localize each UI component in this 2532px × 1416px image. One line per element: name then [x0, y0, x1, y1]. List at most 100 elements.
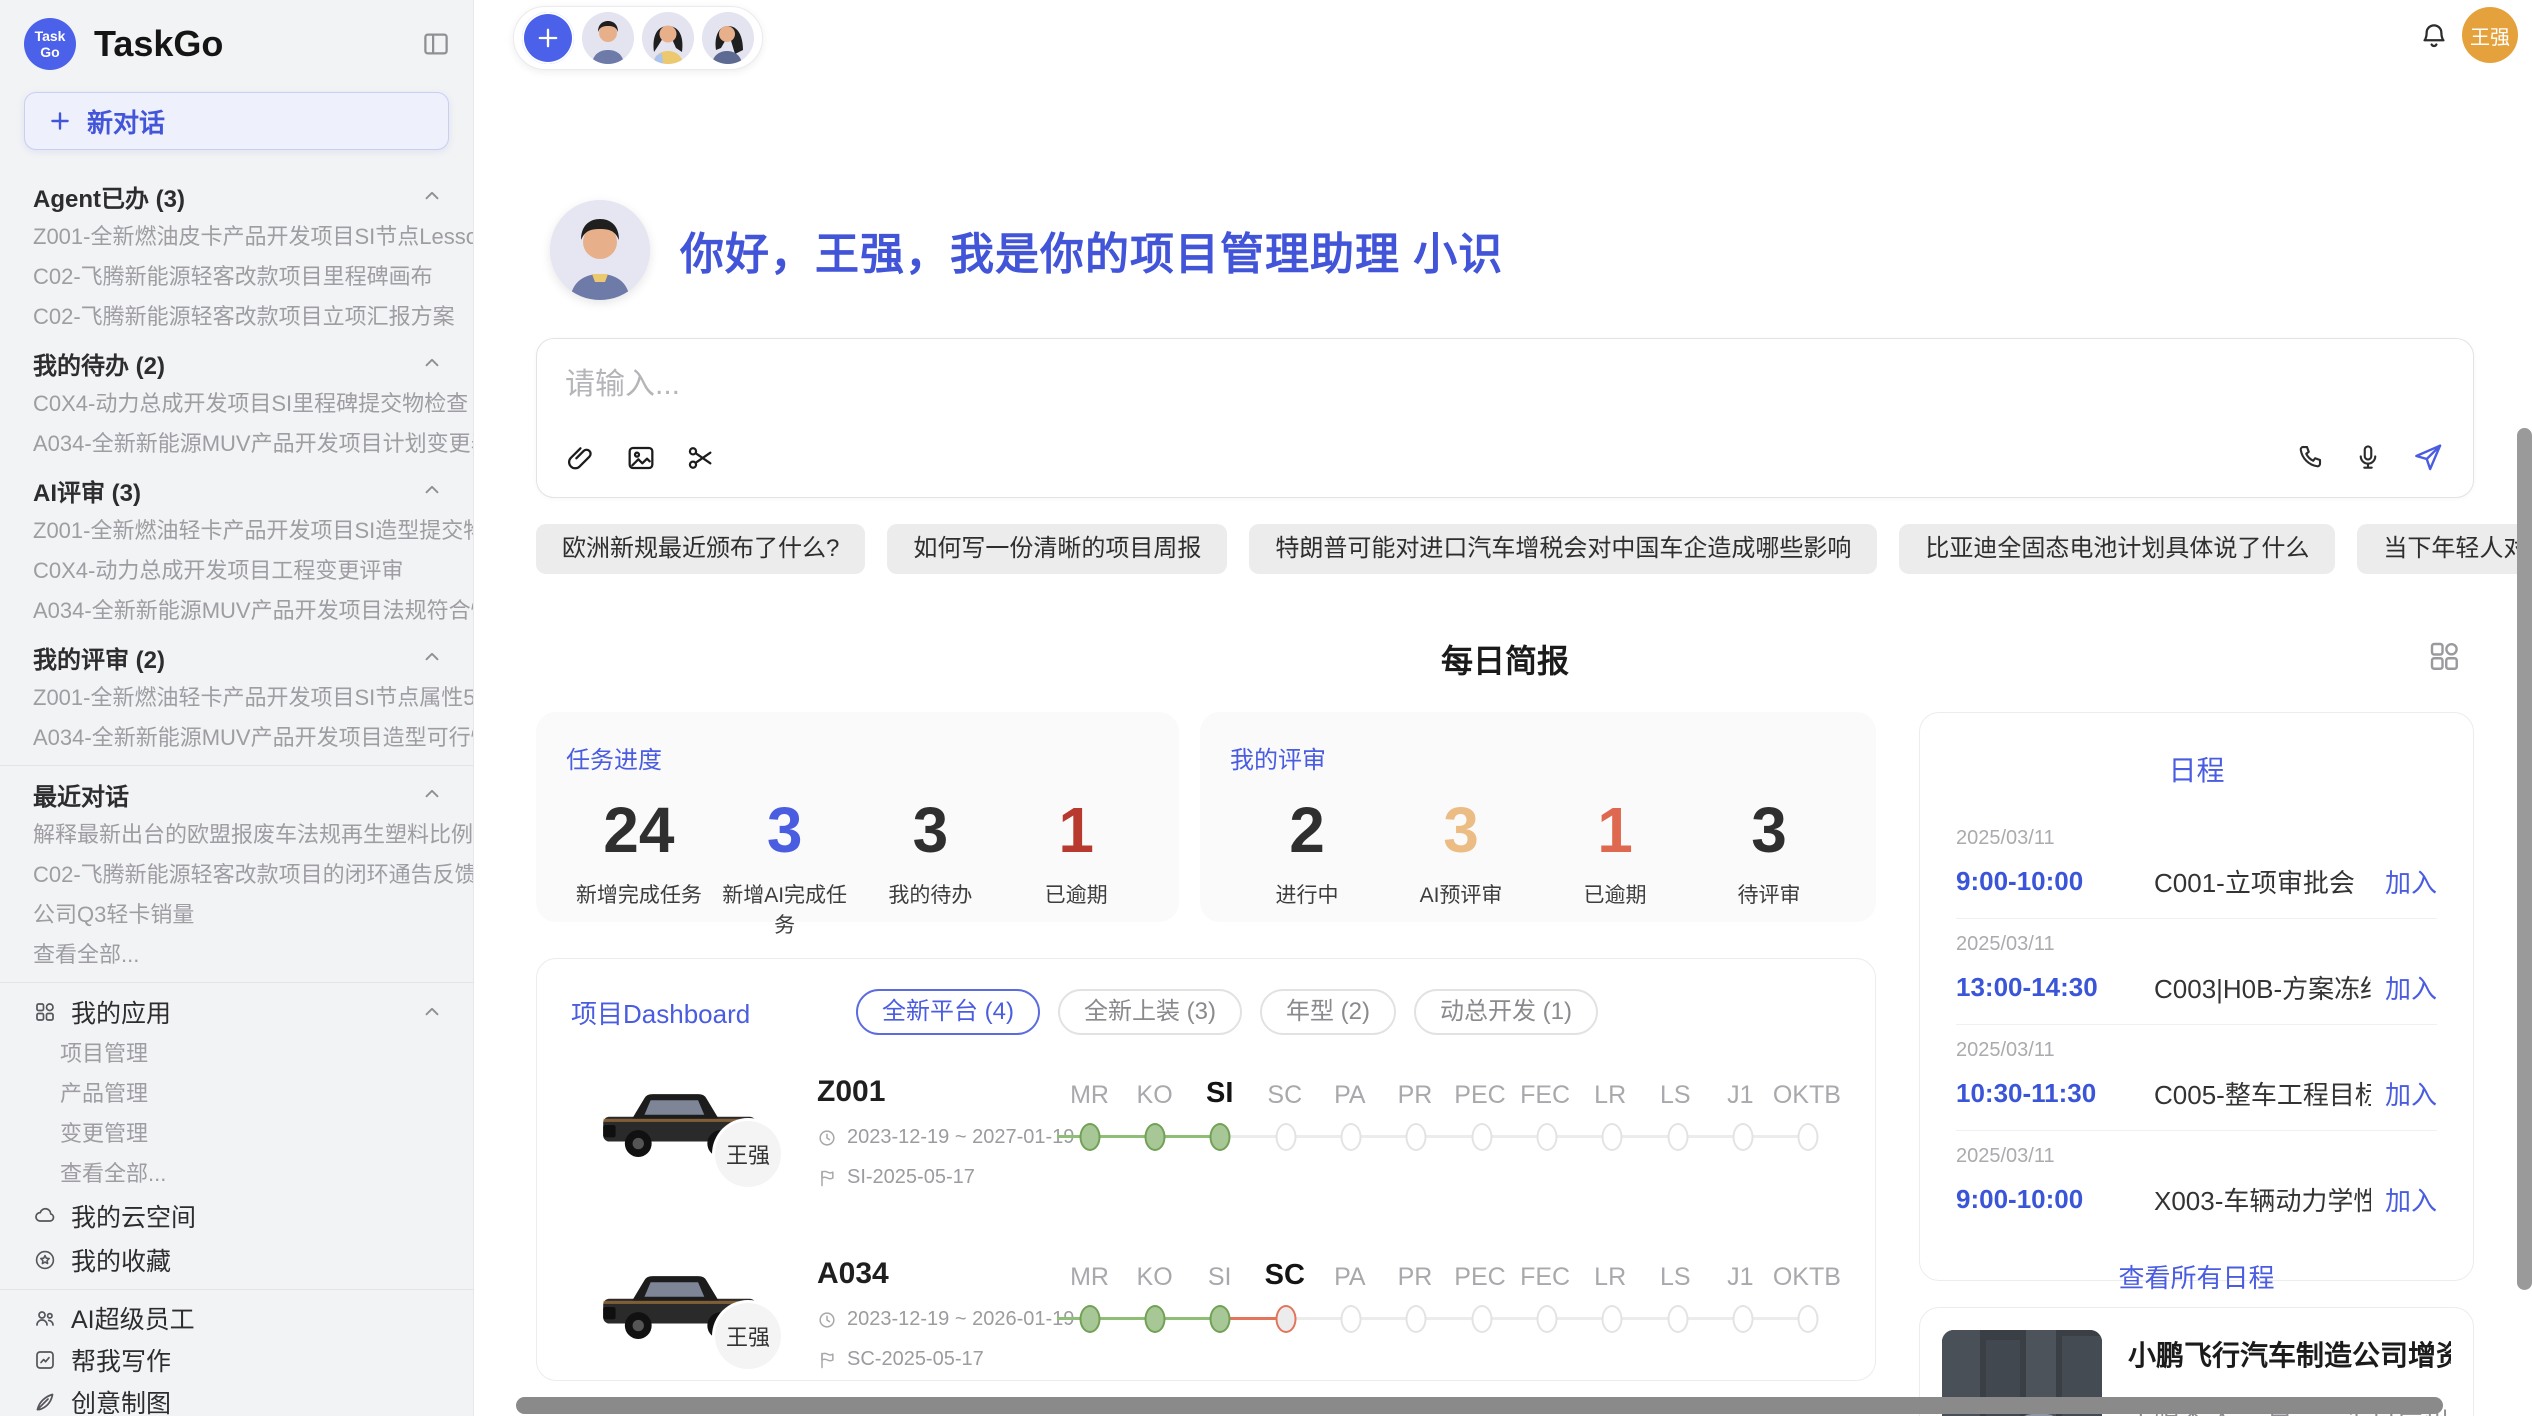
my-app-item[interactable]: 查看全部... [0, 1154, 473, 1194]
user-avatar[interactable]: 王强 [2462, 7, 2518, 63]
milestone-labels: MRKOSISCPAPRPECFECLRLSJ1OKTB [1057, 1259, 1841, 1292]
schedule-events: 2025/03/119:00-10:00C001-立项审批会加入2025/03/… [1956, 813, 2437, 1236]
writing-box-icon [33, 1348, 57, 1372]
stat-value: 3 [858, 795, 1004, 865]
recent-conversations: 解释最新出台的欧盟报废车法规再生塑料比例被调至15%...C02-飞腾新能源轻客… [0, 815, 473, 975]
milestone-dot [1667, 1305, 1688, 1333]
briefing-title: 每日简报 [1441, 643, 1569, 679]
sidebar-section-header[interactable]: 最近对话 [0, 773, 473, 815]
milestone-label: MR [1057, 1263, 1122, 1292]
milestone-timeline: MRKOSISCPAPRPECFECLRLSJ1OKTB [1057, 1067, 1841, 1217]
sidebar-conversation-item[interactable]: C0X4-动力总成开发项目SI里程碑提交物检查 [0, 384, 473, 424]
sidebar-section-header[interactable]: AI评审 (3) [0, 469, 473, 511]
vertical-scrollbar[interactable] [2517, 428, 2532, 1290]
sidebar-item-favorites[interactable]: 我的收藏 [0, 1238, 473, 1282]
sidebar-conversation-item[interactable]: Z001-全新燃油轻卡产品开发项目SI造型提交物评审 [0, 511, 473, 551]
join-link[interactable]: 加入 [2385, 863, 2437, 900]
next-node-text: SI-2025-05-17 [847, 1166, 975, 1189]
sidebar-conversation-item[interactable]: C02-飞腾新能源轻客改款项目里程碑画布 [0, 257, 473, 297]
chat-input[interactable] [565, 359, 2445, 417]
sidebar-conversation-item[interactable]: Z001-全新燃油皮卡产品开发项目SI节点Lesson Learn报告 [0, 217, 473, 257]
agent-avatar-3[interactable] [702, 12, 754, 64]
join-link[interactable]: 加入 [2385, 1181, 2437, 1218]
new-chat-button[interactable]: 新对话 [24, 92, 449, 150]
milestone-dot [1732, 1305, 1753, 1333]
project-code: Z001 [817, 1075, 1057, 1109]
sidebar-conversation-item[interactable]: C0X4-动力总成开发项目工程变更评审 [0, 551, 473, 591]
agent-avatar-1[interactable] [582, 12, 634, 64]
sidebar-section-header[interactable]: Agent已办 (3) [0, 175, 473, 217]
phone-icon[interactable] [2295, 442, 2325, 477]
collapse-sidebar-icon[interactable] [421, 29, 451, 59]
agent-avatar-bar [513, 6, 763, 70]
recent-conversation-item[interactable]: C02-飞腾新能源轻客改款项目的闭环通告反馈情况 [0, 855, 473, 895]
flag-icon [817, 1168, 837, 1188]
stat-value: 2 [1230, 795, 1384, 865]
stat-cells: 2进行中3AI预评审1已逾期3待评审 [1230, 795, 1846, 909]
sidebar-item-ai-employee[interactable]: AI超级员工 [0, 1297, 473, 1339]
milestone-label: PR [1382, 1081, 1447, 1110]
join-link[interactable]: 加入 [2385, 1075, 2437, 1112]
sidebar-item-cloud-space[interactable]: 我的云空间 [0, 1194, 473, 1238]
sidebar-section-header[interactable]: 我的评审 (2) [0, 636, 473, 678]
milestone-node [1253, 1120, 1318, 1154]
sidebar-conversation-item[interactable]: A034-全新新能源MUV产品开发项目计划变更表编写 [0, 424, 473, 464]
sidebar-conversation-item[interactable]: A034-全新新能源MUV产品开发项目法规符合性评审 [0, 591, 473, 631]
dashboard-tabs: 全新平台 (4) 全新上装 (3) 年型 (2) 动总开发 (1) [856, 989, 1598, 1035]
milestone-dot [1536, 1305, 1557, 1333]
milestone-label: MR [1057, 1081, 1122, 1110]
stat-cells: 24新增完成任务3新增AI完成任务3我的待办1已逾期 [566, 795, 1149, 939]
my-app-item[interactable]: 产品管理 [0, 1074, 473, 1114]
suggestion-chip[interactable]: 如何写一份清晰的项目周报 [887, 524, 1227, 574]
project-row[interactable]: 王强 Z001 2023-12-19 ~ 2027-01-19 [571, 1067, 1841, 1217]
suggestion-chip[interactable]: 欧洲新规最近颁布了什么? [536, 524, 865, 574]
dashboard-tab[interactable]: 全新上装 (3) [1058, 989, 1242, 1035]
sidebar-conversation-item[interactable]: C02-飞腾新能源轻客改款项目立项汇报方案 [0, 297, 473, 337]
sidebar-item-creative-drawing[interactable]: 创意制图 [0, 1381, 473, 1416]
layout-grid-icon[interactable] [2426, 638, 2462, 674]
left-column: 任务进度 24新增完成任务3新增AI完成任务3我的待办1已逾期 我的评审 2进行… [536, 712, 1876, 1381]
sidebar-conversation-item[interactable]: Z001-全新燃油轻卡产品开发项目SI节点属性5D文件评审 [0, 678, 473, 718]
scissors-icon[interactable] [685, 442, 717, 479]
add-agent-button[interactable] [522, 12, 574, 64]
milestone-label: FEC [1513, 1263, 1578, 1292]
milestone-dots [1057, 1302, 1841, 1336]
cloud-icon [33, 1204, 57, 1228]
sidebar-conversation-item[interactable]: A034-全新新能源MUV产品开发项目造型可行性评审 [0, 718, 473, 758]
event-date: 2025/03/11 [1956, 827, 2437, 850]
join-link[interactable]: 加入 [2385, 969, 2437, 1006]
recent-conversation-item[interactable]: 解释最新出台的欧盟报废车法规再生塑料比例被调至15%... [0, 815, 473, 855]
image-icon[interactable] [625, 442, 657, 479]
dashboard-tab[interactable]: 年型 (2) [1260, 989, 1396, 1035]
notification-bell-icon[interactable] [2418, 20, 2450, 52]
horizontal-scrollbar[interactable] [516, 1397, 2443, 1414]
send-icon[interactable] [2411, 440, 2445, 479]
milestone-dot [1471, 1305, 1492, 1333]
dashboard-tab[interactable]: 动总开发 (1) [1414, 989, 1598, 1035]
agent-avatar-2[interactable] [642, 12, 694, 64]
project-info: Z001 2023-12-19 ~ 2027-01-19 [817, 1067, 1057, 1217]
milestone-dot [1210, 1305, 1231, 1333]
milestone-dot [1798, 1305, 1819, 1333]
my-app-item[interactable]: 变更管理 [0, 1114, 473, 1154]
greeting-text: 你好，王强，我是你的项目管理助理 小识 [680, 218, 1503, 282]
dashboard-tab[interactable]: 全新平台 (4) [856, 989, 1040, 1035]
project-owner-badge: 王强 [715, 1121, 781, 1187]
paperclip-icon[interactable] [565, 442, 597, 479]
sidebar-section-header[interactable]: 我的待办 (2) [0, 342, 473, 384]
milestone-node [1449, 1302, 1514, 1336]
recent-conversation-item[interactable]: 查看全部... [0, 935, 473, 975]
suggestion-chip[interactable]: 当下年轻人对汽车外观有怎样的喜好趋势 [2357, 524, 2532, 574]
suggestion-chip[interactable]: 比亚迪全固态电池计划具体说了什么 [1899, 524, 2335, 574]
recent-conversation-item[interactable]: 公司Q3轻卡销量 [0, 895, 473, 935]
sidebar-item-my-apps[interactable]: 我的应用 [0, 990, 473, 1034]
suggestion-chip[interactable]: 特朗普可能对进口汽车增税会对中国车企造成哪些影响 [1249, 524, 1877, 574]
sidebar-item-help-write[interactable]: 帮我写作 [0, 1339, 473, 1381]
project-row[interactable]: 王强 A034 2023-12-19 ~ 2026-01-19 [571, 1249, 1841, 1381]
user-name: 王强 [2470, 21, 2510, 50]
cloud-space-label: 我的云空间 [71, 1198, 196, 1234]
my-app-item[interactable]: 项目管理 [0, 1034, 473, 1074]
microphone-icon[interactable] [2353, 442, 2383, 477]
view-all-schedule-link[interactable]: 查看所有日程 [1956, 1258, 2437, 1295]
sidebar-section-title: 我的待办 (2) [33, 346, 421, 381]
